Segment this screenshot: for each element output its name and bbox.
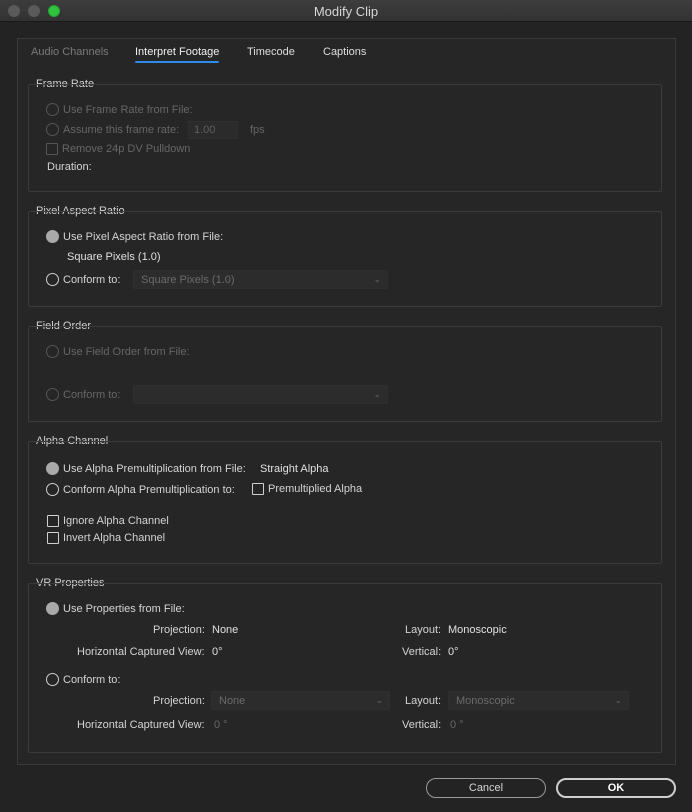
frame-rate-group [28, 84, 662, 192]
vr-conform-projection-select[interactable]: None ⌄ [211, 691, 390, 710]
vr-layout-label: Layout: [405, 624, 442, 636]
par-conform-option[interactable]: Conform to: [46, 273, 120, 286]
field-order-conform-option[interactable]: Conform to: [46, 388, 120, 401]
radio-button[interactable] [46, 273, 59, 286]
frame-rate-use-file-option[interactable]: Use Frame Rate from File: [46, 103, 193, 116]
chevron-down-icon: ⌄ [375, 695, 383, 705]
vr-conform-label: Conform to: [63, 673, 121, 686]
vr-conform-vertical-label: Vertical: [402, 719, 442, 731]
field-order-conform-select[interactable]: ⌄ [133, 385, 388, 404]
ignore-alpha-option[interactable]: Ignore Alpha Channel [47, 515, 169, 527]
premultiplied-alpha-option[interactable]: Premultiplied Alpha [252, 483, 362, 495]
radio-button[interactable] [46, 103, 59, 116]
cancel-button[interactable]: Cancel [426, 778, 546, 798]
alpha-use-file-option[interactable]: Use Alpha Premultiplication from File: [46, 462, 246, 475]
checkbox[interactable] [47, 532, 59, 544]
dialog-panel: Audio Channels Interpret Footage Timecod… [17, 38, 676, 765]
alpha-use-file-label: Use Alpha Premultiplication from File: [63, 462, 246, 475]
vr-hcv-label: Horizontal Captured View: [77, 646, 205, 658]
par-conform-label: Conform to: [63, 273, 121, 286]
vr-conform-projection-value: None [219, 695, 246, 707]
chevron-down-icon: ⌄ [614, 695, 622, 705]
radio-button[interactable] [46, 483, 59, 496]
vr-vertical-label: Vertical: [402, 646, 442, 658]
checkbox[interactable] [47, 515, 59, 527]
tab-audio-channels[interactable]: Audio Channels [31, 46, 109, 58]
frame-rate-use-file-label: Use Frame Rate from File: [63, 103, 193, 116]
invert-alpha-option[interactable]: Invert Alpha Channel [47, 532, 165, 544]
vr-projection-label: Projection: [153, 624, 205, 636]
invert-alpha-label: Invert Alpha Channel [63, 532, 166, 544]
vr-hcv-value: 0° [212, 646, 223, 658]
radio-button[interactable] [46, 673, 59, 686]
alpha-file-value: Straight Alpha [260, 463, 329, 475]
frame-rate-input[interactable]: 1.00 [188, 121, 238, 139]
tab-timecode[interactable]: Timecode [247, 46, 295, 58]
field-order-use-file-label: Use Field Order from File: [63, 345, 190, 358]
vr-conform-vertical-value[interactable]: 0 ° [450, 719, 464, 731]
vr-conform-layout-select[interactable]: Monoscopic ⌄ [448, 691, 629, 710]
alpha-conform-label: Conform Alpha Premultiplication to: [63, 483, 235, 496]
vr-projection-value: None [212, 624, 239, 636]
vr-layout-value: Monoscopic [448, 624, 507, 636]
window-title: Modify Clip [313, 4, 379, 19]
frame-rate-assume-label: Assume this frame rate: [63, 123, 180, 136]
fps-unit-label: fps [250, 124, 265, 136]
radio-button[interactable] [46, 388, 59, 401]
remove-pulldown-label: Remove 24p DV Pulldown [62, 143, 191, 155]
field-order-conform-label: Conform to: [63, 388, 121, 401]
title-bar: Modify Clip [0, 0, 692, 22]
ignore-alpha-label: Ignore Alpha Channel [63, 515, 169, 527]
vr-conform-hcv-label: Horizontal Captured View: [77, 719, 205, 731]
radio-button[interactable] [46, 123, 59, 136]
par-file-value: Square Pixels (1.0) [67, 251, 161, 263]
radio-button-selected[interactable] [46, 462, 59, 475]
vr-conform-layout-label: Layout: [405, 695, 442, 707]
par-conform-select-value: Square Pixels (1.0) [141, 274, 235, 286]
tab-captions[interactable]: Captions [323, 46, 366, 58]
field-order-use-file-option[interactable]: Use Field Order from File: [46, 345, 190, 358]
vr-conform-hcv-value[interactable]: 0 ° [214, 719, 228, 731]
vr-conform-option[interactable]: Conform to: [46, 673, 120, 686]
tab-bar: Audio Channels Interpret Footage Timecod… [18, 39, 675, 67]
ok-button[interactable]: OK [556, 778, 676, 798]
premultiplied-alpha-label: Premultiplied Alpha [268, 483, 363, 495]
alpha-channel-group [28, 441, 662, 564]
vr-use-file-label: Use Properties from File: [63, 602, 185, 615]
checkbox[interactable] [46, 143, 58, 155]
alpha-conform-option[interactable]: Conform Alpha Premultiplication to: [46, 483, 235, 496]
par-use-file-option[interactable]: Use Pixel Aspect Ratio from File: [46, 230, 223, 243]
frame-rate-assume-option[interactable]: Assume this frame rate: [46, 123, 179, 136]
radio-button[interactable] [46, 345, 59, 358]
radio-button-selected[interactable] [46, 230, 59, 243]
field-order-group [28, 326, 662, 422]
chevron-down-icon: ⌄ [373, 274, 381, 284]
radio-button-selected[interactable] [46, 602, 59, 615]
tab-interpret-footage[interactable]: Interpret Footage [135, 46, 220, 63]
duration-label: Duration: [47, 161, 92, 173]
remove-pulldown-option[interactable]: Remove 24p DV Pulldown [46, 143, 190, 155]
checkbox[interactable] [252, 483, 264, 495]
chevron-down-icon: ⌄ [373, 389, 381, 399]
vr-conform-layout-value: Monoscopic [456, 695, 515, 707]
vr-conform-projection-label: Projection: [153, 695, 205, 707]
vr-use-file-option[interactable]: Use Properties from File: [46, 602, 185, 615]
vr-vertical-value: 0° [448, 646, 459, 658]
par-conform-select[interactable]: Square Pixels (1.0) ⌄ [133, 270, 388, 289]
par-use-file-label: Use Pixel Aspect Ratio from File: [63, 230, 224, 243]
